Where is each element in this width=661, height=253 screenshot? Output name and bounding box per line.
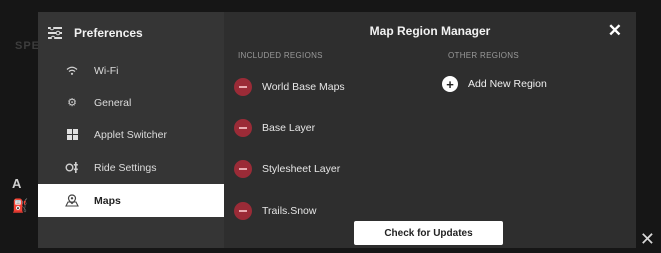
sidebar-item-ride-settings[interactable]: Ride Settings: [38, 151, 224, 184]
sidebar-item-label: Maps: [94, 194, 121, 207]
remove-region-button[interactable]: [234, 119, 252, 137]
other-regions-header: OTHER REGIONS: [448, 51, 520, 60]
remove-region-button[interactable]: [234, 202, 252, 220]
sidebar-item-maps[interactable]: Maps: [38, 184, 224, 217]
background-speed-label: SPE: [15, 40, 41, 52]
remove-region-button[interactable]: [234, 160, 252, 178]
region-item-base-layer: Base Layer: [234, 118, 315, 138]
ride-settings-icon: [62, 162, 82, 173]
sidebar-item-label: General: [94, 96, 132, 109]
preferences-icon: [48, 27, 62, 39]
preferences-modal: Preferences Wi-Fi ⚙ General Applet Switc…: [38, 12, 636, 248]
sidebar-item-applet-switcher[interactable]: Applet Switcher: [38, 118, 224, 151]
close-icon[interactable]: ✕: [608, 22, 622, 39]
dialog-title: Map Region Manager: [369, 24, 491, 38]
sidebar-item-label: Wi-Fi: [94, 64, 119, 77]
sidebar-item-label: Applet Switcher: [94, 128, 167, 141]
background-close-icon[interactable]: ✕: [640, 230, 655, 248]
check-for-updates-button[interactable]: Check for Updates: [354, 221, 503, 245]
minus-icon: [239, 210, 247, 212]
minus-icon: [239, 127, 247, 129]
minus-icon: [239, 86, 247, 88]
add-region-label: Add New Region: [468, 78, 547, 90]
gear-icon: ⚙: [67, 97, 77, 109]
included-regions-header: INCLUDED REGIONS: [238, 51, 323, 60]
sidebar-item-wifi[interactable]: Wi-Fi: [38, 54, 224, 87]
preferences-sidebar: Preferences Wi-Fi ⚙ General Applet Switc…: [38, 12, 224, 248]
region-label: Base Layer: [262, 122, 316, 134]
plus-icon: +: [442, 76, 458, 92]
sidebar-item-general[interactable]: ⚙ General: [38, 86, 224, 119]
region-item-trails-snow: Trails.Snow: [234, 201, 316, 221]
map-icon: [62, 194, 82, 207]
region-item-world-base-maps: World Base Maps: [234, 77, 345, 97]
region-label: Trails.Snow: [262, 205, 317, 217]
minus-icon: [239, 168, 247, 170]
wifi-icon: [62, 66, 82, 75]
region-label: Stylesheet Layer: [262, 163, 341, 175]
region-label: World Base Maps: [262, 81, 345, 93]
grid-icon: [62, 129, 82, 140]
sidebar-title: Preferences: [74, 26, 143, 40]
sidebar-header: Preferences: [48, 24, 143, 42]
fuel-icon: ⛽: [12, 198, 29, 213]
auto-mode-icon: A: [12, 176, 22, 191]
remove-region-button[interactable]: [234, 78, 252, 96]
add-new-region-button[interactable]: + Add New Region: [442, 76, 547, 92]
sidebar-item-label: Ride Settings: [94, 161, 157, 174]
region-item-stylesheet-layer: Stylesheet Layer: [234, 159, 340, 179]
